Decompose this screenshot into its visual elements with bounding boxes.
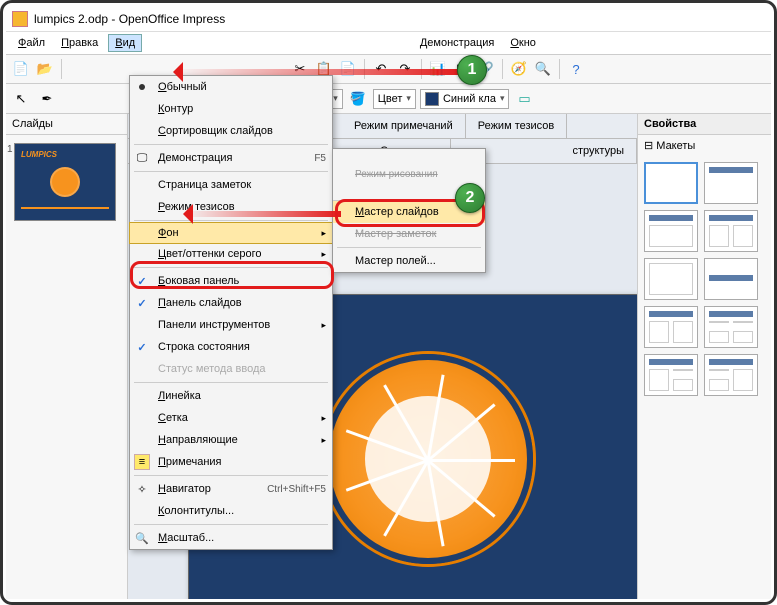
zoom-icon[interactable]: 🔍 (532, 58, 554, 80)
slide-templates-icon[interactable]: ▭ (513, 88, 535, 110)
screen-icon: 🖵 (134, 150, 150, 166)
vm-annotations[interactable]: ≡Примечания (130, 451, 332, 473)
fill-color-dropdown[interactable]: Синий кла (420, 89, 510, 109)
bucket-icon[interactable]: 🪣 (347, 88, 369, 110)
layout-content-only[interactable] (644, 258, 698, 300)
menubar: Файл Правка Вид Вставка Формат Сервис Де… (6, 32, 771, 54)
view-menu-dropdown: Обычный Контур Сортировщик слайдов 🖵Демо… (129, 75, 333, 550)
menu-window[interactable]: Окно (504, 35, 542, 51)
vm-sorter[interactable]: Сортировщик слайдов (130, 120, 332, 142)
layout-l1[interactable] (644, 354, 698, 396)
note-icon: ≡ (134, 454, 150, 470)
sm-drawing-label: Режим рисования (355, 169, 438, 180)
vm-slide-panel[interactable]: ✓Панель слайдов (130, 292, 332, 314)
annotation-badge-1: 1 (457, 55, 487, 85)
menu-edit[interactable]: Правка (55, 35, 104, 51)
document-icon (12, 11, 28, 27)
vm-presentation[interactable]: 🖵ДемонстрацияF5 (130, 147, 332, 169)
annotation-arrow-2 (183, 211, 341, 217)
nav-icon[interactable]: 🧭 (508, 58, 530, 80)
layout-two-content[interactable] (704, 210, 758, 252)
annotation-arrow-1 (173, 69, 463, 75)
compass-icon: ✧ (134, 481, 150, 497)
fill-mode-label: Цвет (378, 93, 403, 105)
window-title: lumpics 2.odp - OpenOffice Impress (34, 12, 225, 26)
tab-notes-mode[interactable]: Режим примечаний (342, 114, 466, 138)
open-icon[interactable]: 📂 (34, 58, 56, 80)
vm-ruler[interactable]: Линейка (130, 385, 332, 407)
properties-panel: Свойства ⊟ Макеты (637, 114, 771, 599)
color-swatch (425, 92, 439, 106)
fill-mode-dropdown[interactable]: Цвет (373, 89, 416, 109)
vm-grid[interactable]: Сетка▸ (130, 407, 332, 429)
layout-l2[interactable] (704, 354, 758, 396)
tab-structure[interactable]: структуры (560, 139, 637, 163)
orange-graphic (323, 354, 533, 564)
vm-background[interactable]: Фон▸ (129, 222, 333, 244)
pen-icon[interactable]: ✒ (36, 88, 58, 110)
vm-ime: Статус метода ввода (130, 358, 332, 380)
slide-thumbnail[interactable]: LUMPICS (14, 143, 116, 221)
layout-title[interactable] (704, 162, 758, 204)
thumb-orange-icon (48, 165, 82, 199)
vm-navigator[interactable]: ✧НавигаторCtrl+Shift+F5 (130, 478, 332, 500)
sm-fields-master[interactable]: Мастер полей... (333, 250, 485, 272)
layouts-section-label[interactable]: ⊟ Макеты (638, 135, 771, 156)
slides-panel: Слайды LUMPICS (6, 114, 128, 599)
layout-grid (638, 156, 771, 402)
layout-title-content[interactable] (644, 210, 698, 252)
vm-sidebar[interactable]: ✓Боковая панель (130, 270, 332, 292)
thumb-title: LUMPICS (21, 150, 109, 159)
vm-headers-footers[interactable]: Колонтитулы... (130, 500, 332, 522)
arrow-icon[interactable]: ↖ (10, 88, 32, 110)
menu-file[interactable]: Файл (12, 35, 51, 51)
vm-normal[interactable]: Обычный (130, 76, 332, 98)
menu-view[interactable]: Вид (108, 34, 142, 52)
layout-centered[interactable] (704, 258, 758, 300)
properties-header: Свойства (638, 114, 771, 135)
vm-guides[interactable]: Направляющие▸ (130, 429, 332, 451)
vm-toolbars[interactable]: Панели инструментов▸ (130, 314, 332, 336)
annotation-badge-2: 2 (455, 183, 485, 213)
vm-grayscale[interactable]: Цвет/оттенки серого▸ (130, 243, 332, 265)
help-icon[interactable]: ? (565, 58, 587, 80)
layout-blank[interactable] (644, 162, 698, 204)
slides-panel-header: Слайды (6, 114, 127, 135)
toolbar-format: ↖ ✒ Серый 🪣 Цвет Синий кла ▭ (6, 84, 771, 114)
vm-notes-page[interactable]: Страница заметок (130, 174, 332, 196)
fill-color-label: Синий кла (443, 93, 496, 105)
sm-notes-master[interactable]: Мастер заметок (333, 223, 485, 245)
menu-presentation[interactable]: Демонстрация (414, 35, 501, 51)
tab-thesis-mode[interactable]: Режим тезисов (466, 114, 568, 138)
new-doc-icon[interactable]: 📄 (10, 58, 32, 80)
magnifier-icon: 🔍 (134, 530, 150, 546)
vm-outline[interactable]: Контур (130, 98, 332, 120)
layout-grid4[interactable] (704, 306, 758, 348)
layout-two-col[interactable] (644, 306, 698, 348)
titlebar: lumpics 2.odp - OpenOffice Impress (6, 6, 771, 32)
vm-zoom[interactable]: 🔍Масштаб... (130, 527, 332, 549)
vm-statusbar[interactable]: ✓Строка состояния (130, 336, 332, 358)
